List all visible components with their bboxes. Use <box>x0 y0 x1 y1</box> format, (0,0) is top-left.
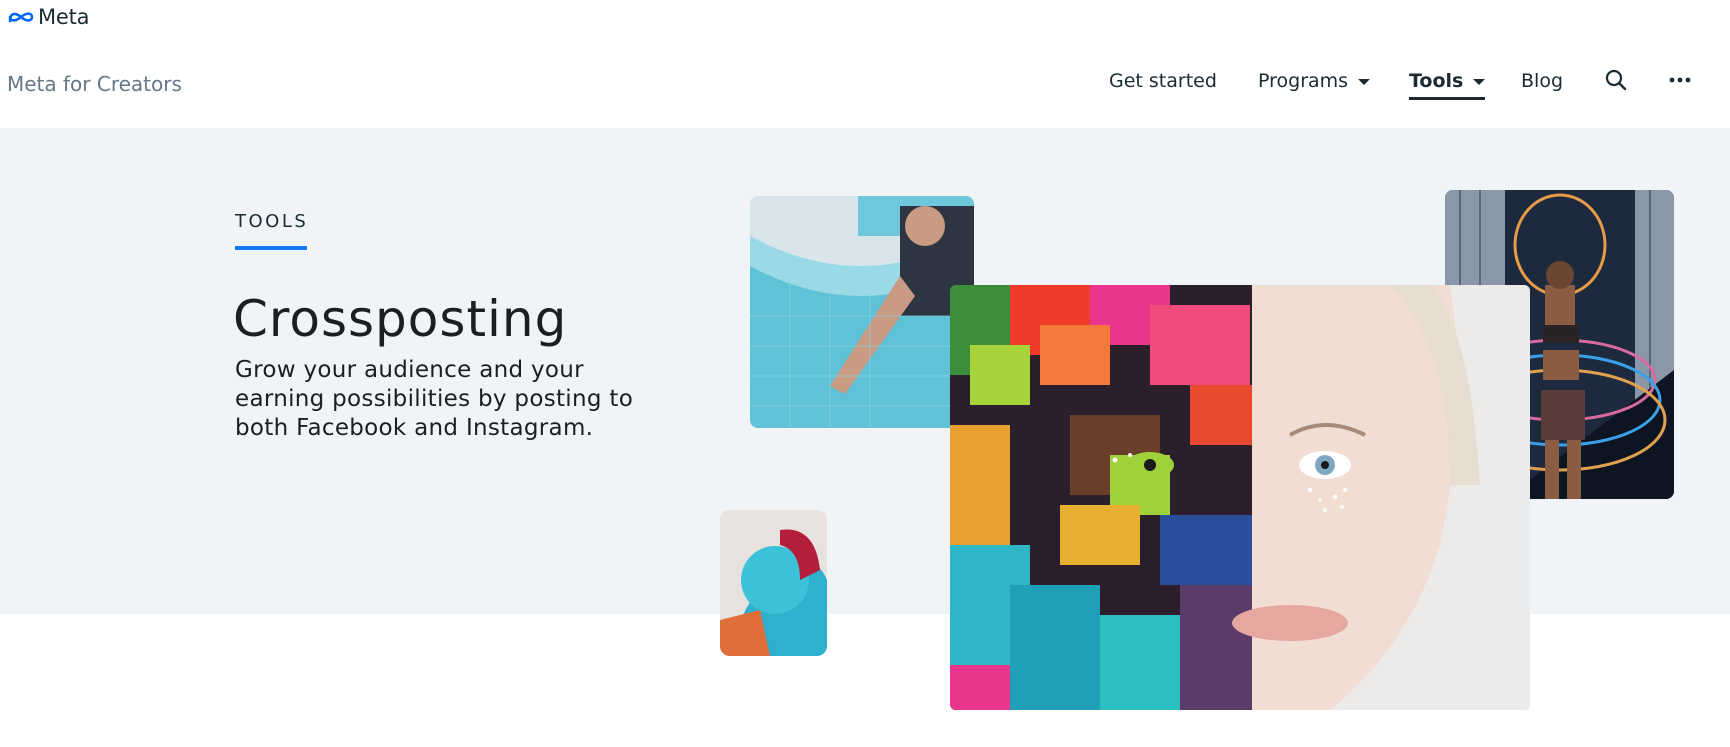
collage-photo-main-face <box>950 285 1530 710</box>
nav-programs-label: Programs <box>1258 70 1349 92</box>
more-horizontal-icon[interactable] <box>1668 72 1692 92</box>
eyebrow-underline <box>235 246 307 250</box>
collage-photo-portrait-small <box>720 510 827 656</box>
nav-blog[interactable]: Blog <box>1521 70 1563 92</box>
nav-get-started[interactable]: Get started <box>1109 70 1217 92</box>
nav-tools[interactable]: Tools <box>1409 70 1486 100</box>
collage-photo-tiles <box>750 196 974 428</box>
meta-wordmark: Meta <box>38 5 90 29</box>
meta-infinity-icon <box>8 12 34 23</box>
meta-logo[interactable]: Meta <box>7 5 90 29</box>
nav-programs[interactable]: Programs <box>1258 70 1371 92</box>
active-tab-underline <box>1409 97 1486 100</box>
chevron-down-icon <box>1358 79 1371 85</box>
page-subtitle: Grow your audience and your earning poss… <box>235 357 634 441</box>
nav-tools-label: Tools <box>1409 70 1464 92</box>
nav-get-started-label: Get started <box>1109 70 1217 92</box>
nav-blog-label: Blog <box>1521 70 1563 92</box>
chevron-down-icon <box>1473 79 1486 85</box>
search-icon[interactable] <box>1604 68 1628 96</box>
section-eyebrow: TOOLS <box>235 211 309 232</box>
main-nav: Get started Programs Tools Blog <box>0 70 1730 102</box>
top-bar: Meta Meta for Creators Get started Progr… <box>0 0 1730 128</box>
page-title: Crossposting <box>233 290 568 348</box>
